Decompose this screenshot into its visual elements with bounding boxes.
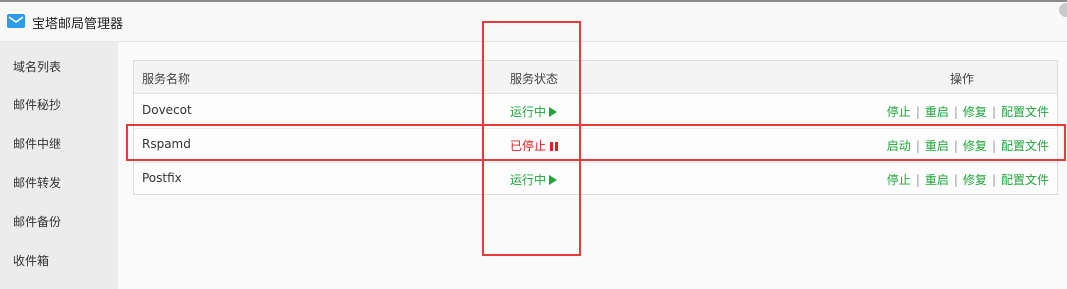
pause-icon <box>550 140 560 154</box>
table-row: Rspamd 已停止 启动 | 重启 | 修复 | 配置文件 <box>134 128 1057 163</box>
play-icon <box>549 175 558 185</box>
status-cell[interactable]: 运行中 <box>510 171 558 188</box>
repair-button[interactable]: 修复 <box>963 139 987 153</box>
separator: | <box>915 173 920 187</box>
status-text: 运行中 <box>510 173 547 187</box>
restart-button[interactable]: 重启 <box>925 173 949 187</box>
row-actions: 停止 | 重启 | 修复 | 配置文件 <box>887 103 1049 120</box>
play-icon <box>549 107 558 117</box>
status-cell[interactable]: 已停止 <box>510 137 560 154</box>
start-button[interactable]: 启动 <box>887 139 911 153</box>
repair-button[interactable]: 修复 <box>963 173 987 187</box>
sidebar: 域名列表 邮件秘抄 邮件中继 邮件转发 邮件备份 收件箱 <box>0 42 118 289</box>
separator: | <box>991 139 996 153</box>
restart-button[interactable]: 重启 <box>925 105 949 119</box>
separator: | <box>915 139 920 153</box>
service-name: Dovecot <box>142 103 192 117</box>
service-name: Rspamd <box>142 137 191 151</box>
config-file-button[interactable]: 配置文件 <box>1001 105 1049 119</box>
repair-button[interactable]: 修复 <box>963 105 987 119</box>
separator: | <box>953 173 958 187</box>
header-operations: 操作 <box>950 72 975 86</box>
config-file-button[interactable]: 配置文件 <box>1001 139 1049 153</box>
restart-button[interactable]: 重启 <box>925 139 949 153</box>
row-actions: 停止 | 重启 | 修复 | 配置文件 <box>887 171 1049 188</box>
status-cell[interactable]: 运行中 <box>510 103 558 120</box>
table-header: 服务名称 服务状态 操作 <box>134 61 1057 94</box>
sidebar-item-bcc[interactable]: 邮件秘抄 <box>13 96 61 113</box>
sidebar-item-relay[interactable]: 邮件中继 <box>13 135 61 152</box>
config-file-button[interactable]: 配置文件 <box>1001 173 1049 187</box>
header-service-name: 服务名称 <box>142 72 191 86</box>
status-text: 运行中 <box>510 105 547 119</box>
title-bar: 宝塔邮局管理器 <box>0 2 1067 42</box>
header-service-status: 服务状态 <box>510 72 559 86</box>
sidebar-item-inbox[interactable]: 收件箱 <box>13 252 49 269</box>
table-row: Postfix 运行中 停止 | 重启 | 修复 | 配置文件 <box>134 162 1057 196</box>
stop-button[interactable]: 停止 <box>887 173 911 187</box>
separator: | <box>953 105 958 119</box>
separator: | <box>991 173 996 187</box>
sidebar-item-domains[interactable]: 域名列表 <box>13 58 61 75</box>
separator: | <box>915 105 920 119</box>
table-row: Dovecot 运行中 停止 | 重启 | 修复 | 配置文件 <box>134 94 1057 129</box>
separator: | <box>953 139 958 153</box>
sidebar-item-backup[interactable]: 邮件备份 <box>13 213 61 230</box>
separator: | <box>991 105 996 119</box>
sidebar-item-forward[interactable]: 邮件转发 <box>13 174 61 191</box>
stop-button[interactable]: 停止 <box>887 105 911 119</box>
service-name: Postfix <box>142 171 182 185</box>
service-table: 服务名称 服务状态 操作 Dovecot 运行中 停止 | 重启 | 修复 | 配置文件 R… <box>133 60 1058 195</box>
window-title: 宝塔邮局管理器 <box>32 17 124 32</box>
mail-icon <box>7 14 25 28</box>
row-actions: 启动 | 重启 | 修复 | 配置文件 <box>887 137 1049 154</box>
status-text: 已停止 <box>510 139 547 153</box>
close-icon[interactable] <box>1059 3 1067 17</box>
